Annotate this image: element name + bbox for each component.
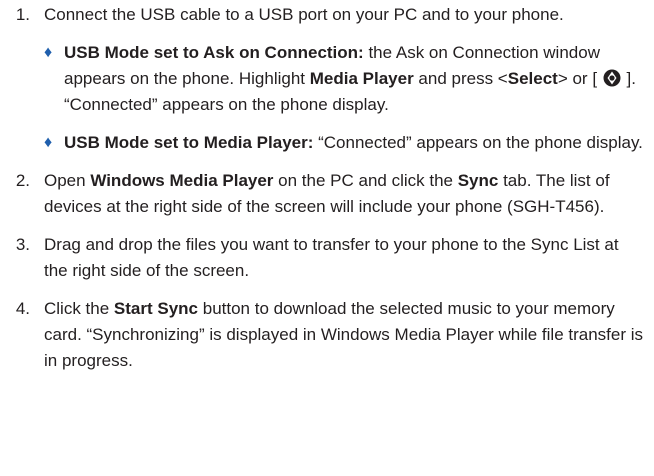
bold-term: Select bbox=[507, 69, 558, 88]
bullet-text: > or [ bbox=[557, 69, 602, 88]
bold-term: Sync bbox=[457, 171, 499, 190]
step-text: Connect the USB cable to a USB port on y… bbox=[44, 5, 564, 24]
diamond-bullet-icon: ♦ bbox=[44, 44, 53, 61]
bullet-label: USB Mode set to Media Player: bbox=[64, 133, 314, 152]
step-body: Open Windows Media Player on the PC and … bbox=[36, 168, 654, 220]
step-body: Click the Start Sync button to download … bbox=[36, 296, 654, 374]
step-text: Open bbox=[44, 171, 91, 190]
step-2: 2. Open Windows Media Player on the PC a… bbox=[0, 168, 654, 220]
bold-term: Media Player bbox=[309, 69, 414, 88]
step-body: Connect the USB cable to a USB port on y… bbox=[36, 2, 654, 156]
bullet-item: ♦ USB Mode set to Media Player: “Connect… bbox=[44, 130, 646, 156]
step-4: 4. Click the Start Sync button to downlo… bbox=[0, 296, 654, 374]
bullet-text: “Connected” appears on the phone display… bbox=[313, 133, 643, 152]
step-body: Drag and drop the files you want to tran… bbox=[36, 232, 654, 284]
bullet-text: and press < bbox=[413, 69, 508, 88]
step-number: 1. bbox=[15, 5, 30, 24]
step-number: 3. bbox=[15, 235, 30, 254]
step-text: Drag and drop the files you want to tran… bbox=[44, 235, 619, 280]
instruction-list: 1. Connect the USB cable to a USB port o… bbox=[0, 0, 654, 386]
step-text: Click the bbox=[44, 299, 114, 318]
bold-term: Windows Media Player bbox=[90, 171, 274, 190]
bullet-list: ♦ USB Mode set to Ask on Connection: the… bbox=[44, 40, 646, 156]
nav-key-icon bbox=[603, 69, 621, 87]
step-number: 2. bbox=[15, 171, 30, 190]
step-text: on the PC and click the bbox=[273, 171, 458, 190]
bold-term: Start Sync bbox=[113, 299, 199, 318]
step-1: 1. Connect the USB cable to a USB port o… bbox=[0, 2, 654, 156]
step-3: 3. Drag and drop the files you want to t… bbox=[0, 232, 654, 284]
bullet-item: ♦ USB Mode set to Ask on Connection: the… bbox=[44, 40, 646, 118]
diamond-bullet-icon: ♦ bbox=[44, 134, 53, 151]
bullet-label: USB Mode set to Ask on Connection: bbox=[64, 43, 364, 62]
step-number: 4. bbox=[15, 299, 30, 318]
